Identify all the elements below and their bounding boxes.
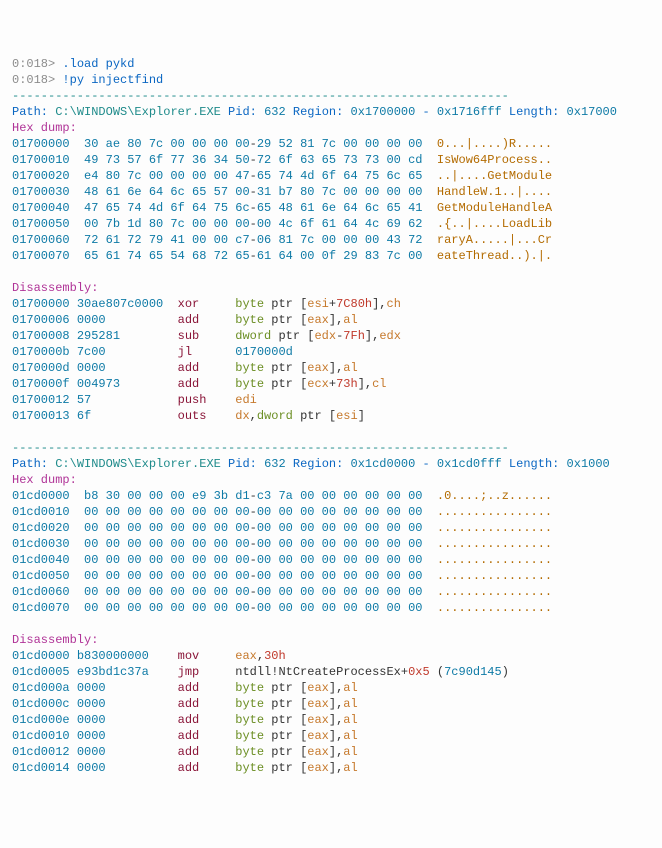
disasm-row: 01cd0005 e93bd1c37a jmp ntdll!NtCreatePr… (12, 664, 650, 680)
disasm-row: 01cd000c 0000 add byte ptr [eax],al (12, 696, 650, 712)
disasm-row: 0170000f 004973 add byte ptr [ecx+73h],c… (12, 376, 650, 392)
disasm-row: 01cd0000 b830000000 mov eax,30h (12, 648, 650, 664)
disasm-row: 0170000b 7c00 jl 0170000d (12, 344, 650, 360)
hex-row: 01cd0040 00 00 00 00 00 00 00 00-00 00 0… (12, 552, 650, 568)
hex-row: 01cd0000 b8 30 00 00 00 e9 3b d1-c3 7a 0… (12, 488, 650, 504)
hexdump-label: Hex dump: (12, 472, 650, 488)
region-header: Path: C:\WINDOWS\Explorer.EXE Pid: 632 R… (12, 456, 650, 472)
disasm-row: 01cd000a 0000 add byte ptr [eax],al (12, 680, 650, 696)
prompt-line[interactable]: 0:018> !py injectfind (12, 72, 650, 88)
disasm-row: 01cd0012 0000 add byte ptr [eax],al (12, 744, 650, 760)
hex-row: 01700040 47 65 74 4d 6f 64 75 6c-65 48 6… (12, 200, 650, 216)
hex-row: 01cd0030 00 00 00 00 00 00 00 00-00 00 0… (12, 536, 650, 552)
disasm-row: 01700012 57 push edi (12, 392, 650, 408)
hex-row: 01700000 30 ae 80 7c 00 00 00 00-29 52 8… (12, 136, 650, 152)
hex-row: 01700060 72 61 72 79 41 00 00 c7-06 81 7… (12, 232, 650, 248)
hex-row: 01cd0010 00 00 00 00 00 00 00 00-00 00 0… (12, 504, 650, 520)
hexdump-label: Hex dump: (12, 120, 650, 136)
prompt-line[interactable]: 0:018> .load pykd (12, 56, 650, 72)
disasm-row: 01700000 30ae807c0000 xor byte ptr [esi+… (12, 296, 650, 312)
separator-rule: ----------------------------------------… (12, 440, 650, 456)
disasm-row: 01700006 0000 add byte ptr [eax],al (12, 312, 650, 328)
disassembly-label: Disassembly: (12, 632, 650, 648)
hex-row: 01700050 00 7b 1d 80 7c 00 00 00-00 4c 6… (12, 216, 650, 232)
hex-row: 01cd0050 00 00 00 00 00 00 00 00-00 00 0… (12, 568, 650, 584)
disasm-row: 01cd0014 0000 add byte ptr [eax],al (12, 760, 650, 776)
debugger-output: 0:018> .load pykd0:018> !py injectfind--… (12, 56, 650, 776)
region-header: Path: C:\WINDOWS\Explorer.EXE Pid: 632 R… (12, 104, 650, 120)
disasm-row: 01cd000e 0000 add byte ptr [eax],al (12, 712, 650, 728)
disasm-row: 01cd0010 0000 add byte ptr [eax],al (12, 728, 650, 744)
hex-row: 01cd0070 00 00 00 00 00 00 00 00-00 00 0… (12, 600, 650, 616)
hex-row: 01cd0060 00 00 00 00 00 00 00 00-00 00 0… (12, 584, 650, 600)
disasm-row: 0170000d 0000 add byte ptr [eax],al (12, 360, 650, 376)
separator-rule: ----------------------------------------… (12, 88, 650, 104)
disasm-row: 01700008 295281 sub dword ptr [edx-7Fh],… (12, 328, 650, 344)
disassembly-label: Disassembly: (12, 280, 650, 296)
disasm-row: 01700013 6f outs dx,dword ptr [esi] (12, 408, 650, 424)
hex-row: 01700030 48 61 6e 64 6c 65 57 00-31 b7 8… (12, 184, 650, 200)
hex-row: 01700010 49 73 57 6f 77 36 34 50-72 6f 6… (12, 152, 650, 168)
hex-row: 01700070 65 61 74 65 54 68 72 65-61 64 0… (12, 248, 650, 264)
hex-row: 01cd0020 00 00 00 00 00 00 00 00-00 00 0… (12, 520, 650, 536)
hex-row: 01700020 e4 80 7c 00 00 00 00 47-65 74 4… (12, 168, 650, 184)
